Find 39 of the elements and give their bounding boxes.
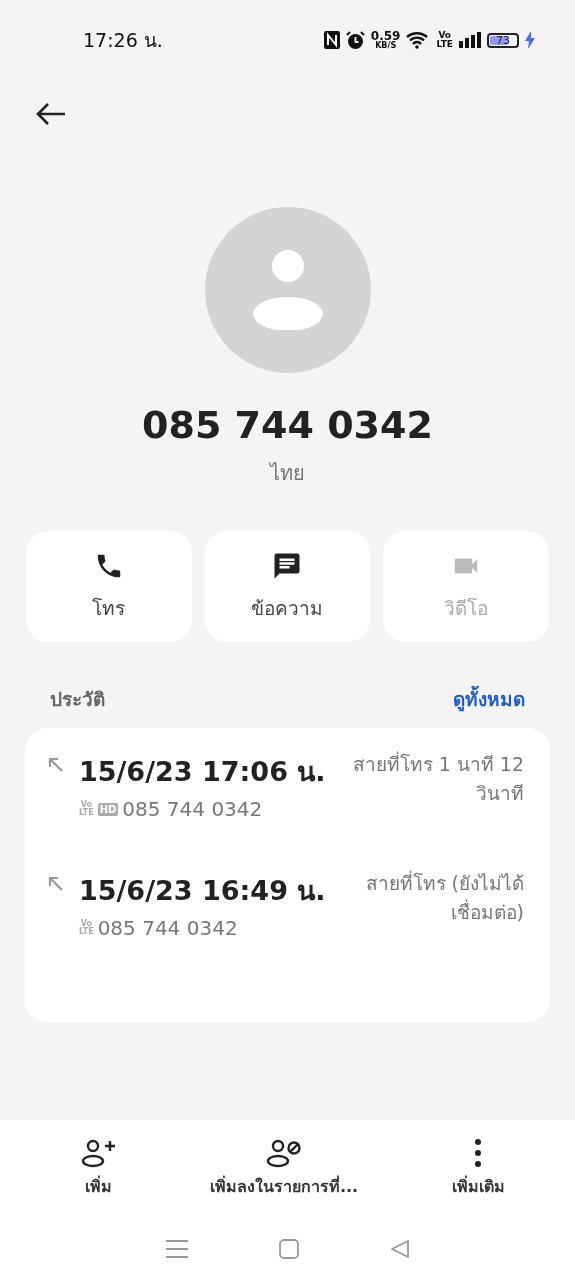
message-button[interactable]: ข้อความ (204, 531, 371, 642)
nfc-icon (323, 31, 340, 49)
speed-unit: KB/S (375, 42, 397, 50)
see-all-link[interactable]: ดูทั้งหมด (453, 684, 525, 714)
back-arrow-icon[interactable] (36, 102, 66, 126)
network-speed: 0.59 (370, 30, 401, 42)
call-status: สายที่โทร (ยังไม่ได้เชื่อมต่อ) (364, 869, 524, 925)
volte-top: Vo (80, 801, 92, 809)
more-icon (474, 1138, 483, 1168)
menu-icon[interactable] (165, 1239, 188, 1259)
call-number: 085 744 0342 (122, 797, 263, 821)
volte-top: Vo (438, 31, 452, 40)
add-action-button[interactable]: เพิ่ม (80, 1138, 116, 1199)
battery-percent: 73 (496, 33, 510, 47)
call-number: 085 744 0342 (97, 916, 238, 940)
more-action-button[interactable]: เพิ่มเติม (452, 1138, 505, 1199)
blocked-person-icon (266, 1138, 302, 1168)
history-title: ประวัติ (50, 687, 105, 712)
call-datetime: 15/6/23 17:06 น. (78, 755, 326, 789)
back-triangle-icon[interactable] (389, 1239, 410, 1259)
contact-number: 085 744 0342 (141, 403, 434, 447)
block-action-button[interactable]: เพิ่มลงในรายการที่... (209, 1138, 359, 1199)
add-person-icon (80, 1138, 116, 1168)
status-time: 17:26 น. (83, 28, 163, 53)
volte-top: Vo (80, 920, 92, 928)
outgoing-arrow-icon (47, 875, 65, 893)
call-button[interactable]: โทร (26, 531, 192, 642)
call-datetime: 15/6/23 16:49 น. (78, 874, 326, 908)
volte-bottom: LTE (78, 928, 94, 936)
alarm-clock-icon (345, 30, 365, 50)
outgoing-arrow-icon (47, 756, 65, 774)
volte-bottom: LTE (78, 809, 94, 817)
person-silhouette-icon (251, 250, 324, 330)
volte-bottom: LTE (436, 40, 453, 49)
home-icon[interactable] (278, 1239, 299, 1259)
contact-location: ไทย (268, 460, 306, 487)
signal-icon (459, 32, 481, 48)
hd-badge: HD (97, 802, 119, 816)
call-status: สายที่โทร 1 นาที 12 วินาที (351, 750, 524, 806)
